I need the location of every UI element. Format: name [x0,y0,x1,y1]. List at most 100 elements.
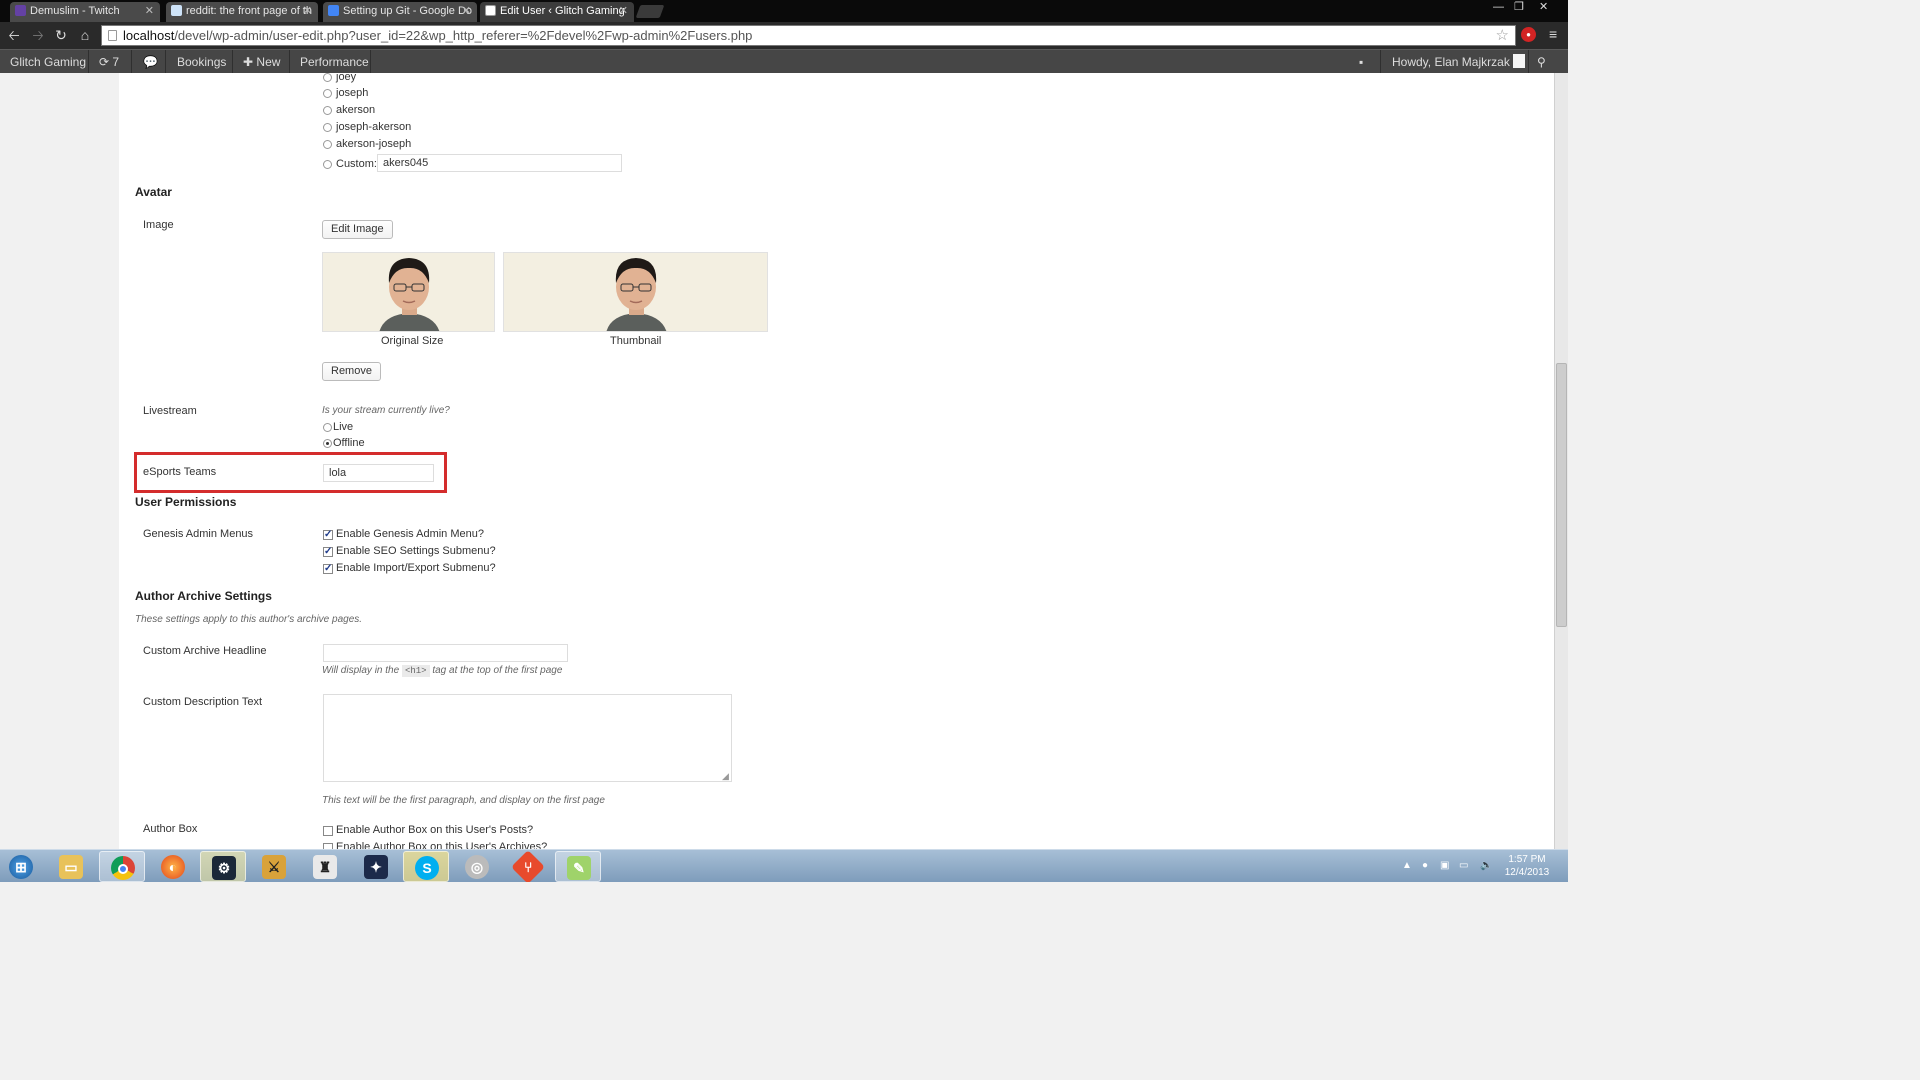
custom-description-label: Custom Description Text [143,696,263,708]
portrait-image [379,258,440,331]
taskbar-app[interactable]: ◎ [454,851,500,882]
network-icon[interactable]: ▣ [1440,860,1449,871]
taskbar-app[interactable]: ♜ [302,851,348,882]
display-icon[interactable]: ▭ [1459,860,1468,871]
taskbar-notepad[interactable]: ✎ [555,851,601,882]
scrollbar-thumb[interactable] [1556,363,1567,627]
url-text: localhost/devel/wp-admin/user-edit.php?u… [123,28,753,43]
tray-icon[interactable]: ● [1422,860,1428,871]
custom-archive-headline-label: Custom Archive Headline [143,645,267,657]
taskbar-clock[interactable]: 1:57 PM 12/4/2013 [1497,853,1557,879]
site-name-link[interactable]: Glitch Gaming [10,50,86,74]
screen: { "browser": { "tabs": [ {"title": "Demu… [0,0,1568,882]
disc-icon: ◎ [465,855,489,879]
extension-icon[interactable]: ● [1521,27,1536,42]
genesis-admin-menus-label: Genesis Admin Menus [143,528,254,540]
browser-tab-active[interactable]: Edit User ‹ Glitch Gaming ✕ [480,2,634,22]
admin-sidebar [0,73,119,849]
restore-icon[interactable]: ❐ [1514,0,1524,14]
close-tab-icon[interactable]: ✕ [619,2,628,20]
windows-taskbar: ⊞ ▭ ◐ ⚙ ⚔ ♜ ✦ S ◎ ⑂ ✎ [0,849,1568,882]
offline-radio[interactable] [323,439,332,448]
live-radio[interactable] [323,423,332,432]
taskbar-skype[interactable]: S [403,851,449,882]
forward-icon[interactable]: 🡢 [29,26,47,44]
portrait-image [606,258,667,331]
taskbar-explorer[interactable]: ▭ [48,851,94,882]
bookmark-star-icon[interactable]: ☆ [1496,26,1509,44]
folder-icon: ▭ [59,855,83,879]
nickname-radio[interactable] [323,106,332,115]
new-content-link[interactable]: ✚ New [243,50,280,74]
avatar-original-image [322,252,495,332]
remove-button[interactable]: Remove [322,362,381,381]
custom-description-textarea[interactable] [323,694,732,782]
close-tab-icon[interactable]: ✕ [303,2,312,20]
nickname-option-label: joseph [336,87,369,99]
nickname-option-label: akerson-joseph [336,138,412,150]
separator [232,50,233,74]
nickname-radio[interactable] [323,89,332,98]
close-tab-icon[interactable]: ✕ [462,2,471,20]
reload-icon[interactable]: ↻ [52,26,70,44]
volume-icon[interactable]: 🔈 [1480,860,1492,871]
custom-nickname-input[interactable]: akers045 [377,154,622,172]
starcraft-icon: ✦ [364,855,388,879]
bookings-link[interactable]: Bookings [177,50,226,74]
taskbar-app[interactable]: ⚔ [251,851,297,882]
separator [131,50,132,74]
esports-teams-input[interactable]: lola [323,464,434,482]
back-icon[interactable]: 🡠 [5,26,23,44]
new-tab-button[interactable] [635,5,665,18]
browser-tab[interactable]: Demuslim - Twitch ✕ [10,2,160,22]
taskbar-firefox[interactable]: ◐ [150,851,196,882]
start-button[interactable]: ⊞ [0,851,44,882]
account-menu[interactable]: Howdy, Elan Majkrzak [1392,50,1526,74]
home-icon[interactable]: ⌂ [76,26,94,44]
livestream-question: Is your stream currently live? [322,405,450,416]
plus-icon: ✚ [243,55,254,69]
taskbar-steam[interactable]: ⚙ [200,851,246,882]
updates-link[interactable]: ⟳ 7 [99,50,119,74]
import-export-checkbox[interactable]: ✓ [323,564,333,574]
nickname-radio[interactable] [323,73,332,82]
user-edit-form: joey joseph akerson joseph-akerson akers… [119,73,1554,849]
author-box-posts-checkbox[interactable] [323,826,333,836]
separator [289,50,290,74]
resize-handle-icon[interactable]: ◢ [722,771,729,782]
menu-icon[interactable]: ≡ [1549,27,1557,41]
sword-icon: ⚔ [262,855,286,879]
notification-icon[interactable]: ▪ [1359,50,1363,74]
nickname-custom-radio[interactable] [323,160,332,169]
taskbar-app[interactable]: ✦ [353,851,399,882]
separator [1380,50,1381,74]
performance-link[interactable]: Performance [300,50,369,74]
address-bar[interactable]: localhost/devel/wp-admin/user-edit.php?u… [101,25,1516,46]
taskbar-git[interactable]: ⑂ [505,850,551,882]
controller-icon: ♜ [313,855,337,879]
search-icon[interactable]: ⚲ [1537,50,1546,74]
browser-tab[interactable]: reddit: the front page of th ✕ [166,2,318,22]
edit-image-button[interactable]: Edit Image [322,220,393,239]
close-window-icon[interactable]: ✕ [1539,0,1548,14]
show-hidden-icons[interactable]: ▲ [1402,860,1412,871]
nickname-option-label: akerson [336,104,376,116]
nickname-radio[interactable] [323,140,332,149]
seo-settings-checkbox[interactable]: ✓ [323,547,333,557]
minimize-icon[interactable]: — [1493,0,1504,14]
updates-icon: ⟳ [99,55,110,69]
vertical-scrollbar[interactable] [1554,73,1568,849]
avatar [1513,54,1526,68]
nickname-option-label: joey [336,73,357,83]
genesis-admin-menu-checkbox[interactable]: ✓ [323,530,333,540]
nickname-radio[interactable] [323,123,332,132]
livestream-label: Livestream [143,405,197,417]
steam-icon: ⚙ [212,856,236,880]
separator [1528,50,1529,74]
checkbox-label: Enable Author Box on this User's Posts? [336,824,534,836]
browser-tab[interactable]: Setting up Git - Google Do ✕ [323,2,477,22]
comments-icon[interactable]: 💬 [143,50,158,74]
close-tab-icon[interactable]: ✕ [145,2,154,20]
taskbar-chrome[interactable] [99,851,145,882]
custom-archive-headline-input[interactable] [323,644,568,662]
